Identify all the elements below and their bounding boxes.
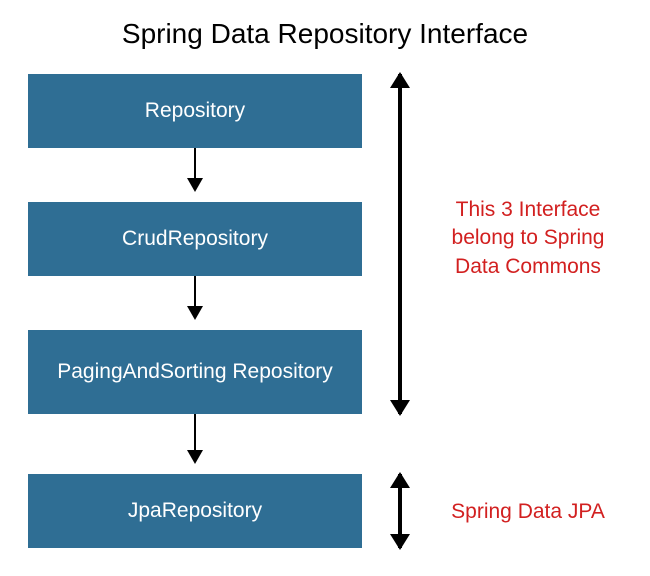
box-crud-repository: CrudRepository [28, 202, 362, 276]
annotation-data-commons: This 3 Interface belong to Spring Data C… [428, 196, 628, 281]
diagram-title: Spring Data Repository Interface [0, 0, 650, 56]
annotation-data-jpa: Spring Data JPA [428, 498, 628, 526]
double-arrow-icon [398, 74, 402, 414]
arrow-down-icon [194, 276, 196, 318]
repository-hierarchy-diagram: Repository CrudRepository PagingAndSorti… [0, 56, 650, 576]
box-paging-sorting-repository: PagingAndSorting Repository [28, 330, 362, 414]
box-repository: Repository [28, 74, 362, 148]
arrow-down-icon [194, 414, 196, 462]
arrow-down-icon [194, 148, 196, 190]
box-jpa-repository: JpaRepository [28, 474, 362, 548]
double-arrow-icon [398, 474, 402, 548]
